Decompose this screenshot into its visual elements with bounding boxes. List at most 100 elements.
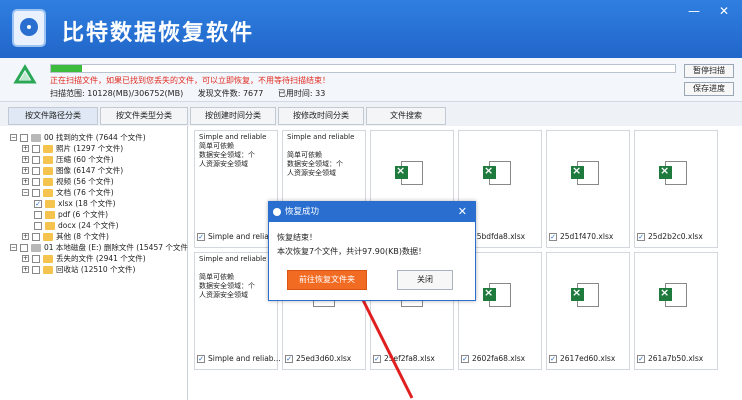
tree-row[interactable]: + 压缩 (60 个文件) <box>22 154 114 165</box>
close-window-button[interactable]: ✕ <box>714 4 734 18</box>
file-checkbox[interactable]: ✓ <box>197 232 205 241</box>
tree-checkbox[interactable] <box>32 166 40 175</box>
tree-checkbox[interactable] <box>32 232 40 241</box>
file-name: ✓ 261a7b50.xlsx <box>637 354 703 363</box>
tree-checkbox[interactable]: ✓ <box>34 199 42 208</box>
file-tile[interactable]: ✓25d1f470.xlsx <box>546 130 630 248</box>
file-thumbnail <box>635 253 717 351</box>
file-thumbnail: Simple and reliable 简单可依赖 数据安全领域：个 人资源安全领域 <box>195 253 277 351</box>
expand-toggle-icon[interactable]: + <box>22 266 29 273</box>
folder-icon <box>43 144 53 153</box>
file-tile[interactable]: Simple and reliable 简单可依赖 数据安全领域：个 人资源安全领域… <box>194 252 281 370</box>
app-title: 比特数据恢复软件 <box>62 21 255 46</box>
tree-row[interactable]: + 照片 (1297 个文件) <box>22 143 123 154</box>
dialog-close-button[interactable]: 关闭 <box>397 270 453 290</box>
file-name-label: 2602fa68.xlsx <box>472 354 526 363</box>
tree-checkbox[interactable] <box>32 188 40 197</box>
excel-icon <box>571 161 599 185</box>
file-checkbox[interactable]: ✓ <box>197 354 205 363</box>
file-name: ✓ 25d2b2c0.xlsx <box>637 232 703 241</box>
tree-checkbox[interactable] <box>32 177 40 186</box>
file-name: ✓ 2602fa68.xlsx <box>461 354 525 363</box>
expand-toggle-icon[interactable]: + <box>22 233 29 240</box>
file-name: ✓ 25d1f470.xlsx <box>549 232 613 241</box>
file-checkbox[interactable]: ✓ <box>373 354 381 363</box>
tab-by-created[interactable]: 按创建时间分类 <box>190 107 276 125</box>
tree-row[interactable]: + 视频 (56 个文件) <box>22 176 114 187</box>
tab-by-type[interactable]: 按文件类型分类 <box>100 107 188 125</box>
tree-row[interactable]: − 00 找到的文件 (7644 个文件) <box>10 132 146 143</box>
excel-icon <box>659 161 687 185</box>
folder-icon <box>43 232 53 241</box>
scan-status-text: 正在扫描文件，如果已找到您丢失的文件，可以立即恢复，不用等待扫描结束！ <box>50 76 330 85</box>
tree-label: xlsx (18 个文件) <box>58 199 116 208</box>
dialog-line1: 恢复结束！ <box>277 233 317 242</box>
expand-toggle-icon[interactable]: − <box>22 189 29 196</box>
folder-icon <box>43 177 53 186</box>
file-name: ✓ 25ed3d60.xlsx <box>285 354 351 363</box>
expand-toggle-icon[interactable]: + <box>22 145 29 152</box>
file-tile[interactable]: ✓2617ed60.xlsx <box>546 252 630 370</box>
file-name-label: 25d2b2c0.xlsx <box>648 232 703 241</box>
tree-row[interactable]: + 丢失的文件 (2941 个文件) <box>22 253 146 264</box>
file-tile[interactable]: ✓261a7b50.xlsx <box>634 252 718 370</box>
elapsed-time: 已用时间: 33 <box>277 89 326 98</box>
save-progress-button[interactable]: 保存进度 <box>684 82 734 96</box>
file-thumbnail <box>635 131 717 229</box>
tree-row[interactable]: + 图像 (6147 个文件) <box>22 165 123 176</box>
app-logo-icon <box>12 9 46 47</box>
file-tree: − 00 找到的文件 (7644 个文件) + 照片 (1297 个文件) + 压缩 (6… <box>0 126 188 400</box>
file-checkbox[interactable]: ✓ <box>461 354 469 363</box>
expand-toggle-icon[interactable]: + <box>22 178 29 185</box>
file-name-label: 25ed3d60.xlsx <box>296 354 352 363</box>
tree-checkbox[interactable] <box>20 133 28 142</box>
dialog-close-icon[interactable]: ✕ <box>458 202 467 222</box>
tree-checkbox[interactable] <box>20 243 28 252</box>
expand-toggle-icon[interactable]: − <box>10 244 17 251</box>
tree-label: 压缩 (60 个文件) <box>56 155 114 164</box>
tree-checkbox[interactable] <box>32 265 40 274</box>
folder-icon <box>45 210 55 219</box>
tab-by-modified[interactable]: 按修改时间分类 <box>278 107 364 125</box>
tree-checkbox[interactable] <box>32 254 40 263</box>
excel-icon <box>483 161 511 185</box>
expand-toggle-icon[interactable]: + <box>22 156 29 163</box>
tree-checkbox[interactable] <box>34 221 42 230</box>
tree-row[interactable]: + 回收站 (12510 个文件) <box>22 264 135 275</box>
dialog-title: 恢复成功 <box>285 207 320 217</box>
scan-progress-bar <box>50 64 676 73</box>
tree-row[interactable]: − 文档 (76 个文件) <box>22 187 114 198</box>
tree-label: 00 找到的文件 (7644 个文件) <box>44 133 146 142</box>
file-name: ✓ 25ef2fa8.xlsx <box>373 354 435 363</box>
tree-checkbox[interactable] <box>32 155 40 164</box>
file-checkbox[interactable]: ✓ <box>285 354 293 363</box>
recycle-icon <box>13 64 37 84</box>
tab-file-search[interactable]: 文件搜索 <box>366 107 446 125</box>
tree-row[interactable]: ✓ xlsx (18 个文件) <box>34 198 116 209</box>
file-tile[interactable]: ✓25d2b2c0.xlsx <box>634 130 718 248</box>
minimize-button[interactable]: — <box>684 4 704 18</box>
folder-icon <box>43 265 53 274</box>
folder-icon <box>31 243 41 252</box>
expand-toggle-icon[interactable]: + <box>22 167 29 174</box>
tree-checkbox[interactable] <box>32 144 40 153</box>
file-checkbox[interactable]: ✓ <box>637 232 645 241</box>
open-recovery-folder-button[interactable]: 前往恢复文件夹 <box>287 270 367 290</box>
tree-checkbox[interactable] <box>34 210 42 219</box>
dialog-line2: 本次恢复7个文件，共计97.90(KB)数据！ <box>277 247 426 256</box>
tree-row[interactable]: docx (24 个文件) <box>34 220 119 231</box>
file-checkbox[interactable]: ✓ <box>637 354 645 363</box>
category-tabs: 按文件路径分类 按文件类型分类 按创建时间分类 按修改时间分类 文件搜索 <box>0 102 742 126</box>
file-checkbox[interactable]: ✓ <box>549 232 557 241</box>
expand-toggle-icon[interactable]: + <box>22 255 29 262</box>
tab-by-path[interactable]: 按文件路径分类 <box>8 107 98 125</box>
tree-row[interactable]: − 01 本地磁盘 (E:) 删除文件 (15457 个文件 <box>10 242 188 253</box>
pause-scan-button[interactable]: 暂停扫描 <box>684 64 734 78</box>
file-name-label: Simple and reliab... <box>208 354 281 363</box>
file-checkbox[interactable]: ✓ <box>549 354 557 363</box>
tree-row[interactable]: pdf (6 个文件) <box>34 209 108 220</box>
expand-toggle-icon[interactable]: − <box>10 134 17 141</box>
file-tile[interactable]: Simple and reliable 简单可依赖 数据安全领域：个 人资源安全领域 ✓… <box>194 130 280 248</box>
tree-row[interactable]: + 其他 (8 个文件) <box>22 231 109 242</box>
file-thumbnail <box>547 131 629 229</box>
